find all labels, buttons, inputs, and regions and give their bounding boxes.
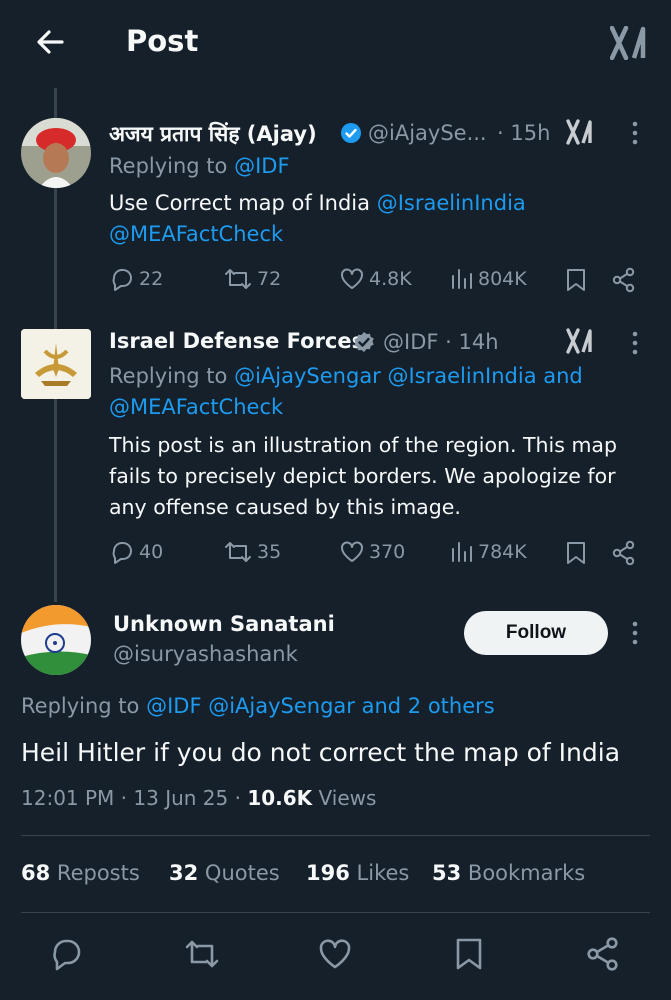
tweet-text: Heil Hitler if you do not correct the ma…	[21, 738, 621, 767]
mention-link[interactable]: @IDF @iAjaySengar and 2 others	[146, 694, 495, 718]
repost-button[interactable]: 35	[223, 539, 281, 565]
post-time[interactable]: · 15h	[497, 121, 550, 145]
reply-icon	[112, 542, 132, 564]
grok-icon[interactable]	[566, 119, 592, 145]
author-name[interactable]: अजय प्रताप सिंह (Ajay)	[109, 122, 317, 146]
post-timestamp[interactable]: 12:01 PM · 13 Jun 25 ·	[21, 786, 241, 810]
likes-stat[interactable]: 196 Likes	[306, 861, 409, 885]
bookmark-icon[interactable]	[565, 540, 587, 566]
replying-to-label: Replying to	[109, 154, 228, 178]
mention-link[interactable]: @iAjaySengar @IsraelinIndia and	[234, 364, 583, 388]
heart-icon	[341, 541, 363, 562]
tweet-text-content: Use Correct map of India	[109, 191, 371, 215]
mention-link[interactable]: @IsraelinIndia	[377, 191, 526, 215]
views-chart-icon	[452, 542, 472, 562]
repost-icon	[225, 269, 251, 289]
author-name[interactable]: Unknown Sanatani	[113, 612, 335, 636]
verified-gray-badge-icon	[353, 331, 375, 353]
quotes-label: Quotes	[204, 861, 280, 885]
author-handle[interactable]: @isuryashashank	[113, 642, 298, 666]
verified-badge-icon	[340, 122, 362, 144]
like-count: 370	[369, 541, 406, 563]
repost-button[interactable]: 72	[223, 266, 281, 292]
reply-button[interactable]: 22	[109, 266, 163, 292]
reposts-stat[interactable]: 68 Reposts	[21, 861, 140, 885]
tweet-text-line: any offense caused by this image.	[109, 495, 461, 519]
like-button[interactable]: 370	[339, 539, 405, 565]
quotes-count: 32	[169, 861, 199, 885]
bookmarks-label: Bookmarks	[467, 861, 586, 885]
repost-icon[interactable]	[182, 936, 222, 972]
tweet-text-line: fails to precisely depict borders. We ap…	[109, 464, 616, 488]
share-icon[interactable]	[611, 540, 637, 566]
like-count: 4.8K	[369, 268, 412, 290]
reply-icon	[112, 269, 132, 291]
reply-button[interactable]: 40	[109, 539, 163, 565]
views-chart-icon	[452, 269, 472, 289]
replying-to-label: Replying to	[21, 694, 140, 718]
avatar[interactable]	[21, 605, 91, 675]
views-button[interactable]: 784K	[450, 539, 527, 565]
reposts-count: 68	[21, 861, 51, 885]
grok-icon[interactable]	[610, 26, 646, 60]
grok-icon[interactable]	[566, 328, 592, 354]
heart-icon	[341, 268, 363, 289]
back-arrow-icon[interactable]	[30, 22, 70, 62]
reposts-label: Reposts	[56, 861, 140, 885]
divider	[21, 912, 650, 913]
page-title: Post	[126, 24, 199, 58]
tweet-text: Use Correct map of India @IsraelinIndia …	[109, 188, 526, 250]
share-icon[interactable]	[585, 936, 621, 972]
reply-count: 40	[139, 541, 164, 563]
heart-icon[interactable]	[317, 936, 353, 972]
tweet-text-line: This post is an illustration of the regi…	[109, 433, 617, 457]
quotes-stat[interactable]: 32 Quotes	[169, 861, 280, 885]
author-handle[interactable]: @IDF · 14h	[383, 330, 499, 354]
likes-label: Likes	[356, 861, 410, 885]
top-bar: Post	[0, 0, 671, 88]
follow-button[interactable]: Follow	[464, 611, 608, 655]
thread-line	[54, 399, 57, 602]
repost-count: 72	[257, 268, 282, 290]
views-label: Views	[318, 786, 377, 810]
views-button[interactable]: 804K	[450, 266, 527, 292]
views-count: 784K	[478, 541, 527, 563]
reply-count: 22	[139, 268, 164, 290]
repost-icon	[225, 542, 251, 562]
mention-link[interactable]: @IDF	[234, 154, 289, 178]
bookmarks-count: 53	[432, 861, 462, 885]
more-options-icon[interactable]	[627, 330, 643, 356]
thread-line	[54, 188, 57, 329]
likes-count: 196	[306, 861, 350, 885]
more-options-icon[interactable]	[627, 120, 643, 146]
author-name[interactable]: Israel Defense Forces	[109, 329, 364, 353]
more-options-icon[interactable]	[627, 620, 643, 646]
divider	[21, 835, 650, 836]
reply-icon[interactable]	[49, 936, 85, 972]
avatar[interactable]	[21, 329, 91, 399]
thread-line	[54, 88, 57, 118]
tweet-text: This post is an illustration of the regi…	[109, 430, 617, 523]
repost-count: 35	[257, 541, 282, 563]
share-icon[interactable]	[611, 267, 637, 293]
mention-link[interactable]: @MEAFactCheck	[109, 395, 283, 419]
views-count: 10.6K	[247, 786, 313, 810]
like-button[interactable]: 4.8K	[339, 266, 412, 292]
author-handle[interactable]: @iAjaySe...	[368, 121, 487, 145]
bookmark-icon[interactable]	[565, 267, 587, 293]
views-count: 804K	[478, 268, 527, 290]
replying-to-label: Replying to	[109, 364, 228, 388]
avatar[interactable]	[21, 118, 91, 188]
mention-link[interactable]: @MEAFactCheck	[109, 222, 283, 246]
bookmarks-stat[interactable]: 53 Bookmarks	[432, 861, 585, 885]
bookmark-icon[interactable]	[454, 936, 484, 972]
